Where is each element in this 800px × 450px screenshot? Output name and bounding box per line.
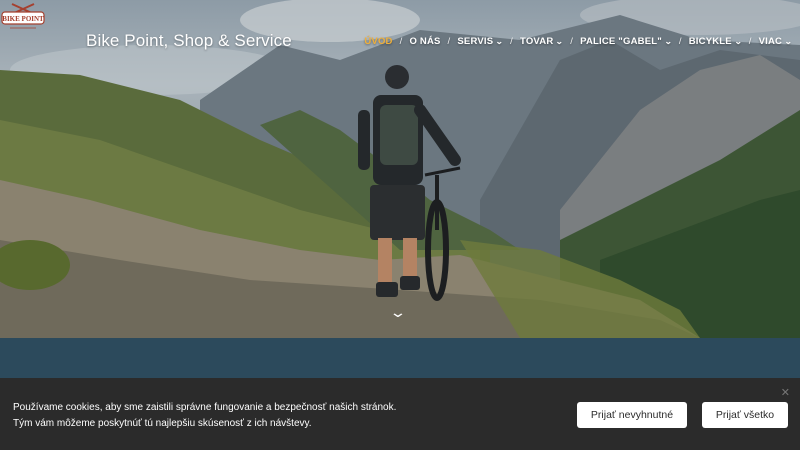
nav-item-6[interactable]: VIAC ⌄ xyxy=(758,36,793,47)
nav-item-4[interactable]: PALICE "GABEL" ⌄ xyxy=(580,36,672,47)
nav-item-label: O NÁS xyxy=(409,36,441,47)
nav-item-label: PALICE "GABEL" xyxy=(580,36,662,47)
chevron-down-icon: ⌄ xyxy=(664,37,673,46)
hero-banner: BIKE POINT Bike Point, Shop & Service ÚV… xyxy=(0,0,800,338)
nav-separator: / xyxy=(510,36,514,47)
nav-item-0[interactable]: ÚVOD xyxy=(364,36,392,47)
chevron-down-icon: ⌄ xyxy=(555,37,564,46)
nav-item-label: TOVAR xyxy=(520,36,554,47)
chevron-down-icon: ⌄ xyxy=(784,37,793,46)
content-band xyxy=(0,338,800,378)
nav-item-label: ÚVOD xyxy=(364,36,393,47)
nav-item-label: VIAC xyxy=(758,36,783,47)
nav-separator: / xyxy=(399,36,403,47)
cookie-bar: Používame cookies, aby sme zaistili sprá… xyxy=(0,378,800,450)
nav-item-3[interactable]: TOVAR ⌄ xyxy=(520,36,564,47)
main-nav: ÚVOD / O NÁS / SERVIS ⌄ / TOVAR ⌄ / PALICE "GABEL"… xyxy=(364,36,792,47)
cookie-text: Používame cookies, aby sme zaistili sprá… xyxy=(13,402,397,429)
nav-item-label: SERVIS xyxy=(457,36,494,47)
nav-item-label: BICYKLE xyxy=(688,36,732,47)
nav-separator: / xyxy=(447,36,451,47)
chevron-down-icon[interactable]: ⌄ xyxy=(389,304,407,321)
accept-necessary-button[interactable]: Prijať nevyhnutné xyxy=(577,402,687,428)
close-icon[interactable]: ✕ xyxy=(781,386,790,399)
nav-separator: / xyxy=(678,36,682,47)
logo-text: BIKE POINT xyxy=(2,15,44,23)
bike-point-logo[interactable]: BIKE POINT xyxy=(0,0,46,32)
chevron-down-icon: ⌄ xyxy=(495,37,504,46)
accept-all-button[interactable]: Prijať všetko xyxy=(702,402,788,428)
site-title[interactable]: Bike Point, Shop & Service xyxy=(86,31,292,51)
nav-item-1[interactable]: O NÁS xyxy=(409,36,440,47)
nav-item-2[interactable]: SERVIS ⌄ xyxy=(457,36,503,47)
nav-separator: / xyxy=(748,36,752,47)
nav-separator: / xyxy=(570,36,574,47)
nav-item-5[interactable]: BICYKLE ⌄ xyxy=(689,36,742,47)
chevron-down-icon: ⌄ xyxy=(734,37,743,46)
